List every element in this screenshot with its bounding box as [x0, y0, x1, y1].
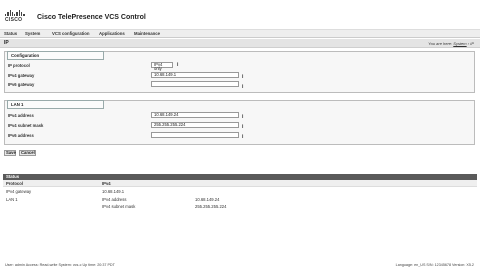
page-title: IP — [4, 40, 9, 46]
ipv6-gateway-label: IPv6 gateway — [8, 82, 35, 87]
logo-bars-icon — [5, 10, 35, 16]
ipv4-subnet-mask-input[interactable]: 255.255.255.224 — [151, 122, 239, 128]
ipv4-subnet-mask-label: IPv4 subnet mask — [8, 123, 44, 128]
status-protocol-label: Protocol — [6, 181, 23, 186]
nav-item-system[interactable]: System — [25, 31, 40, 36]
nav-item-applications[interactable]: Applications — [99, 31, 125, 36]
status-lan1-label: LAN 1 — [6, 197, 18, 202]
page-titlebar: IP You are here: System › IP — [0, 39, 480, 48]
save-button[interactable]: Save — [4, 150, 16, 156]
breadcrumb-link-system[interactable]: System — [453, 41, 466, 46]
breadcrumb-prefix: You are here: — [428, 41, 453, 46]
ipv4-gateway-info-icon[interactable]: i — [242, 74, 243, 80]
ipv6-address-input[interactable] — [151, 132, 239, 138]
status-lan-row-label: IPv4 subnet mask — [102, 204, 136, 209]
cisco-logo: CISCO — [5, 10, 35, 24]
status-lan-row-label: IPv4 address — [102, 197, 127, 202]
status-gateway-label: IPv4 gateway — [6, 189, 32, 194]
app-header: CISCO Cisco TelePresence VCS Control — [0, 0, 480, 28]
lan1-section-label: LAN 1 — [7, 100, 104, 109]
lan1-section: LAN 1 IPv4 address 10.68.149.24 i IPv4 s… — [4, 100, 475, 145]
nav-item-maintenance[interactable]: Maintenance — [134, 31, 160, 36]
breadcrumb-current: IP — [470, 41, 474, 46]
breadcrumb: You are here: System › IP — [428, 41, 474, 46]
ipv6-address-info-icon[interactable]: i — [242, 134, 243, 140]
ipv6-gateway-info-icon[interactable]: i — [242, 84, 243, 90]
status-footer: User: admin Access: Read-write System: v… — [0, 261, 480, 270]
status-lan-row-value: 255.255.255.224 — [195, 204, 227, 209]
ipv4-subnet-mask-info-icon[interactable]: i — [242, 124, 243, 130]
footer-session-info: User: admin Access: Read-write System: v… — [5, 263, 115, 267]
ip-protocol-select[interactable]: IPv4 only — [151, 62, 173, 71]
configuration-section: Configuration IP protocol IPv4 only i IP… — [4, 51, 475, 93]
configuration-section-label: Configuration — [7, 51, 104, 60]
ipv4-gateway-label: IPv4 gateway — [8, 73, 35, 78]
ipv4-address-input[interactable]: 10.68.149.24 — [151, 112, 239, 118]
ipv4-address-label: IPv4 address — [8, 113, 34, 118]
ipv6-gateway-input[interactable] — [151, 81, 239, 87]
footer-system-info: Language: en_US S/N: 12345678 Version: X… — [395, 263, 474, 267]
status-protocol-row: Protocol IPv4 — [3, 180, 477, 187]
app-title: Cisco TelePresence VCS Control — [37, 14, 146, 21]
status-protocol-value: IPv4 — [102, 181, 111, 186]
main-nav: Status System VCS configuration Applicat… — [0, 29, 480, 38]
logo-text: CISCO — [5, 17, 23, 23]
status-lan-row-value: 10.68.149.24 — [195, 197, 220, 202]
ip-protocol-info-icon[interactable]: i — [177, 62, 178, 68]
ipv6-address-label: IPv6 address — [8, 133, 34, 138]
cancel-button[interactable]: Cancel — [19, 150, 36, 156]
ip-protocol-label: IP protocol — [8, 63, 30, 68]
status-gateway-value: 10.68.149.1 — [102, 189, 125, 194]
breadcrumb-separator: › — [467, 41, 470, 46]
ipv4-address-info-icon[interactable]: i — [242, 114, 243, 120]
nav-item-status[interactable]: Status — [4, 31, 17, 36]
ipv4-gateway-input[interactable]: 10.68.149.1 — [151, 72, 239, 78]
nav-item-vcs-configuration[interactable]: VCS configuration — [52, 31, 89, 36]
